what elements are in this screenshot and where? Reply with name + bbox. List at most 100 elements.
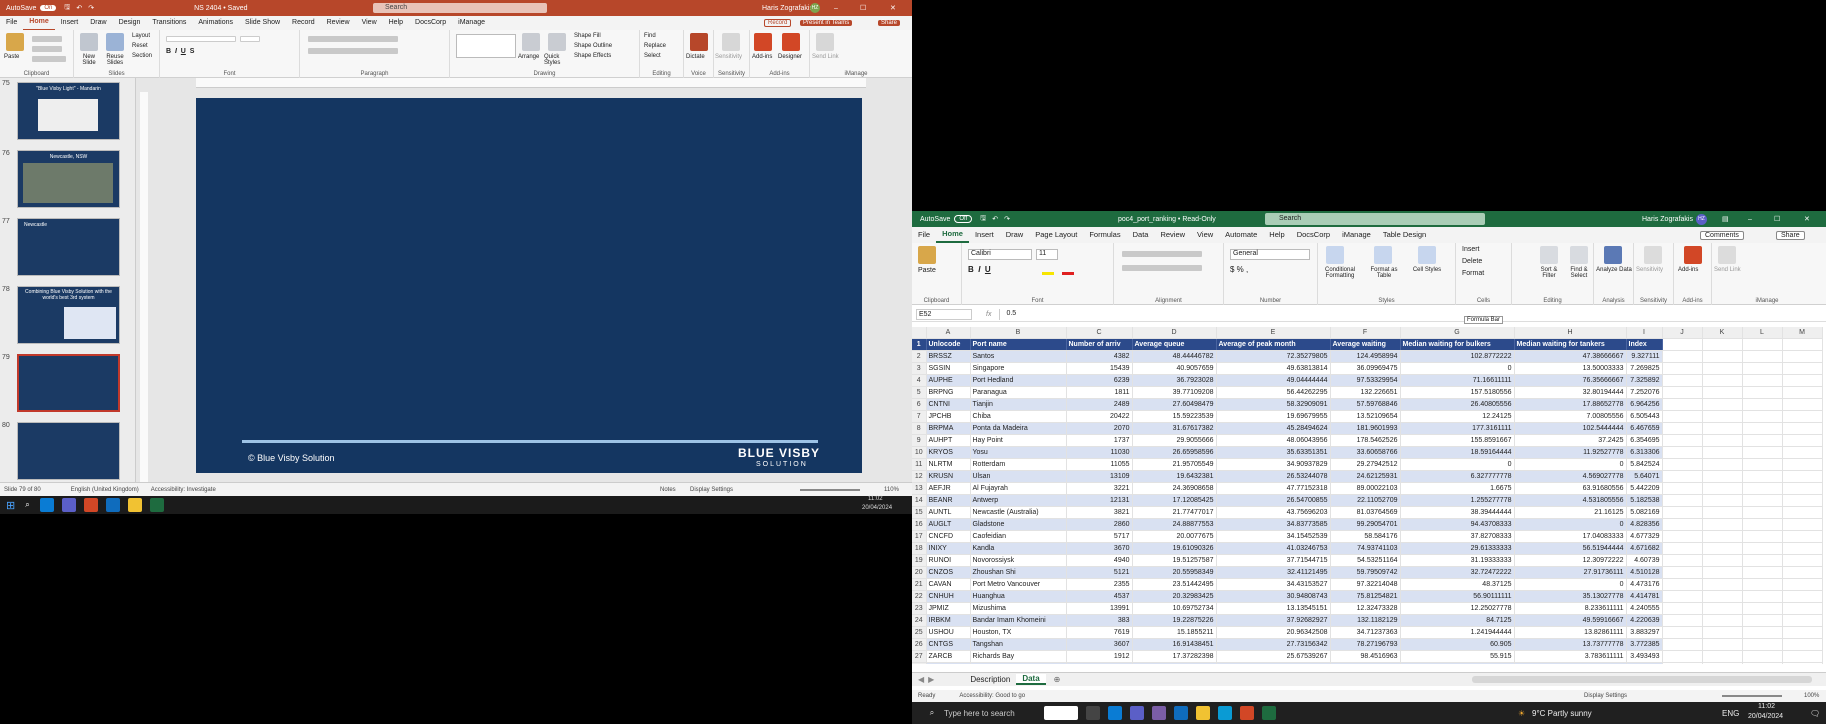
tab-imanage[interactable]: iManage [452, 16, 491, 30]
table-cell[interactable]: 17.37282398 [1132, 650, 1217, 663]
stephenson-harwood-icon[interactable] [1044, 706, 1078, 720]
xl-accessibility[interactable]: Accessibility: Good to go [959, 693, 1025, 699]
empty-cell[interactable] [1782, 446, 1823, 459]
empty-cell[interactable] [1782, 386, 1823, 399]
table-cell[interactable]: 0 [1514, 578, 1627, 591]
slide-thumbnail-76[interactable]: Newcastle, NSW [17, 150, 120, 208]
empty-cell[interactable] [1702, 614, 1743, 627]
empty-cell[interactable] [1742, 506, 1783, 519]
empty-cell[interactable] [1782, 554, 1823, 567]
table-cell[interactable]: 31.19333333 [1400, 554, 1515, 567]
table-cell[interactable]: 3.772385 [1626, 638, 1663, 651]
table-cell[interactable]: 63.91680556 [1514, 482, 1627, 495]
table-cell[interactable]: 12.24125 [1400, 410, 1515, 423]
pp-language[interactable]: English (United Kingdom) [71, 487, 139, 493]
table-cell[interactable]: 6.327777778 [1400, 470, 1515, 483]
table-cell[interactable]: 7.325892 [1626, 374, 1663, 387]
table-cell[interactable]: 12.32473328 [1330, 602, 1401, 615]
table-cell[interactable]: AUNTL [926, 506, 971, 519]
empty-cell[interactable] [1742, 338, 1783, 351]
empty-cell[interactable] [1702, 362, 1743, 375]
row-number[interactable]: 23 [912, 602, 927, 615]
table-cell[interactable]: 18.59164444 [1400, 446, 1515, 459]
col-header[interactable]: M [1782, 327, 1823, 339]
empty-cell[interactable] [1702, 518, 1743, 531]
format-button[interactable]: Format [1462, 270, 1484, 277]
table-cell[interactable]: 32.80194444 [1514, 386, 1627, 399]
table-cell[interactable]: Santos [970, 350, 1067, 363]
empty-cell[interactable] [1662, 386, 1703, 399]
table-cell[interactable]: 58.584176 [1330, 530, 1401, 543]
col-header[interactable]: H [1514, 327, 1627, 339]
empty-cell[interactable] [1742, 482, 1783, 495]
empty-cell[interactable] [1742, 602, 1783, 615]
table-cell[interactable]: 45.28494624 [1216, 422, 1331, 435]
table-cell[interactable]: 7.252076 [1626, 386, 1663, 399]
empty-cell[interactable] [1782, 566, 1823, 579]
paste-icon[interactable] [6, 33, 24, 51]
teams-icon[interactable] [61, 498, 76, 512]
empty-cell[interactable] [1702, 650, 1743, 663]
send-link-button[interactable]: Send Link [1714, 267, 1741, 273]
table-cell[interactable]: 31.67617382 [1132, 422, 1217, 435]
empty-cell[interactable] [1742, 362, 1783, 375]
table-cell[interactable]: 134.9787825 [1330, 662, 1401, 664]
table-cell[interactable]: 5.64071 [1626, 470, 1663, 483]
table-cell[interactable]: 34.90937829 [1216, 458, 1331, 471]
slide-thumbnail-78[interactable]: Combining Blue Visby Solution with the w… [17, 286, 120, 344]
empty-cell[interactable] [1702, 602, 1743, 615]
column-header-cell[interactable]: Median waiting for bulkers [1400, 338, 1515, 351]
horizontal-align-row[interactable] [1122, 265, 1202, 271]
table-cell[interactable]: 10.69752734 [1132, 602, 1217, 615]
task-view-icon[interactable] [1086, 706, 1100, 720]
table-cell[interactable]: 89.00022103 [1330, 482, 1401, 495]
empty-cell[interactable] [1742, 638, 1783, 651]
empty-cell[interactable] [1742, 350, 1783, 363]
table-cell[interactable]: 11030 [1066, 446, 1133, 459]
currency-icon[interactable]: $ % , [1230, 265, 1248, 274]
shape-effects-button[interactable]: Shape Effects [574, 53, 611, 59]
empty-cell[interactable] [1702, 506, 1743, 519]
table-cell[interactable]: Tianjin [970, 398, 1067, 411]
table-cell[interactable]: 4.220639 [1626, 614, 1663, 627]
table-cell[interactable]: 1.6675 [1400, 482, 1515, 495]
empty-cell[interactable] [1742, 410, 1783, 423]
select-button[interactable]: Select [644, 53, 661, 59]
minimize-icon[interactable]: – [834, 5, 838, 12]
empty-cell[interactable] [1742, 374, 1783, 387]
add-ins-button[interactable]: Add-ins [1678, 267, 1698, 273]
table-cell[interactable]: 27.91736111 [1514, 566, 1627, 579]
empty-cell[interactable] [1742, 386, 1783, 399]
empty-cell[interactable] [1662, 566, 1703, 579]
row-number[interactable]: 14 [912, 494, 927, 507]
explorer-icon[interactable] [1196, 706, 1210, 720]
reset-button[interactable]: Reset [132, 43, 148, 49]
table-cell[interactable]: 48.44446782 [1132, 350, 1217, 363]
table-cell[interactable]: 17.04083333 [1514, 530, 1627, 543]
table-cell[interactable]: 155.8591667 [1400, 434, 1515, 447]
table-cell[interactable]: 7619 [1066, 626, 1133, 639]
row-number[interactable]: 22 [912, 590, 927, 603]
table-cell[interactable]: Bandar Imam Khomeini [970, 614, 1067, 627]
table-cell[interactable]: Huanghua [970, 590, 1067, 603]
table-cell[interactable]: AUGLT [926, 518, 971, 531]
pp-font-size-box[interactable] [240, 36, 260, 42]
table-cell[interactable]: 34.83773585 [1216, 518, 1331, 531]
format-as-table-icon[interactable] [1374, 246, 1392, 264]
table-cell[interactable]: 0 [1400, 362, 1515, 375]
empty-cell[interactable] [1742, 626, 1783, 639]
table-cell[interactable]: RUNOI [926, 554, 971, 567]
table-cell[interactable]: Ulsan [970, 470, 1067, 483]
search-icon[interactable]: ⌕ [924, 708, 940, 718]
table-cell[interactable]: 19.51257587 [1132, 554, 1217, 567]
table-cell[interactable]: 4.414781 [1626, 590, 1663, 603]
empty-cell[interactable] [1702, 626, 1743, 639]
table-cell[interactable]: 34.43153527 [1216, 578, 1331, 591]
undo-icon[interactable]: ↶ [992, 215, 998, 223]
xl-share-button[interactable]: Share [1776, 230, 1805, 240]
tab-transitions[interactable]: Transitions [146, 16, 192, 30]
table-cell[interactable]: 14.83240418 [1132, 662, 1217, 664]
empty-cell[interactable] [1662, 662, 1703, 664]
table-cell[interactable]: 71.16611111 [1400, 374, 1515, 387]
cell-styles-button[interactable]: Cell Styles [1410, 267, 1444, 273]
